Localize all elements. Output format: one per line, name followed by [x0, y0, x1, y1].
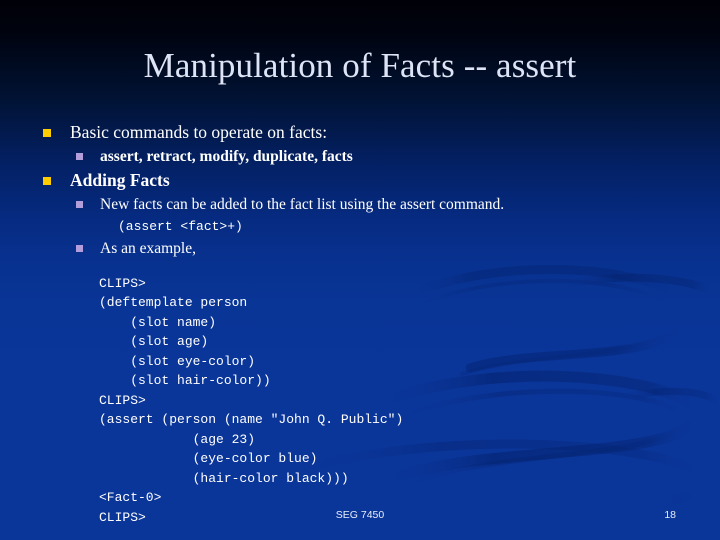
code-line: (eye-color blue) [99, 451, 318, 466]
clips-session-code-block: CLIPS> (deftemplate person (slot name) (… [0, 274, 720, 528]
title-container: Manipulation of Facts -- assert [0, 44, 720, 88]
code-line: (deftemplate person [99, 295, 248, 310]
bullet-item-as-an-example: As an example, [0, 237, 720, 260]
square-bullet-gold-icon [43, 177, 51, 185]
square-bullet-lavender-icon [76, 201, 83, 208]
square-bullet-gold-icon [43, 129, 51, 137]
code-line: CLIPS> [99, 392, 146, 408]
code-line: (assert (person (name "John Q. Public") [99, 412, 404, 427]
bullet-item-adding-facts: Adding Facts [0, 168, 720, 193]
square-bullet-lavender-icon [76, 244, 83, 252]
code-line: CLIPS> [99, 275, 146, 291]
slide-body: Basic commands to operate on facts: asse… [0, 120, 720, 527]
slide-footer: SEG 7450 18 [0, 509, 720, 527]
assert-syntax-code: (assert <fact>+) [118, 219, 243, 234]
slide: Manipulation of Facts -- assert Basic co… [0, 0, 720, 540]
code-line: (slot eye-color) [99, 353, 256, 369]
footer-page-number: 18 [664, 509, 676, 521]
footer-course-label: SEG 7450 [335, 509, 385, 521]
bullet-text: As an example, [100, 239, 196, 257]
bullet-text: Basic commands to operate on facts: [70, 122, 328, 142]
code-line: (slot age) [99, 334, 209, 349]
code-line: (hair-color black))) [99, 470, 349, 486]
bullet-item-new-facts: New facts can be added to the fact list … [0, 193, 720, 216]
bullet-text: New facts can be added to the fact list … [100, 196, 505, 213]
code-line: <Fact-0> [99, 490, 162, 505]
page-title: Manipulation of Facts -- assert [143, 46, 577, 85]
code-line: (age 23) [99, 431, 256, 447]
square-bullet-lavender-icon [76, 153, 83, 160]
bullet-text: assert, retract, modify, duplicate, fact… [100, 148, 353, 165]
code-line: (slot name) [99, 314, 217, 330]
code-line: (slot hair-color)) [99, 373, 271, 388]
bullet-item-basic-commands: Basic commands to operate on facts: [0, 120, 720, 145]
bullet-item-command-list: assert, retract, modify, duplicate, fact… [0, 145, 720, 168]
bullet-text: Adding Facts [70, 170, 170, 190]
